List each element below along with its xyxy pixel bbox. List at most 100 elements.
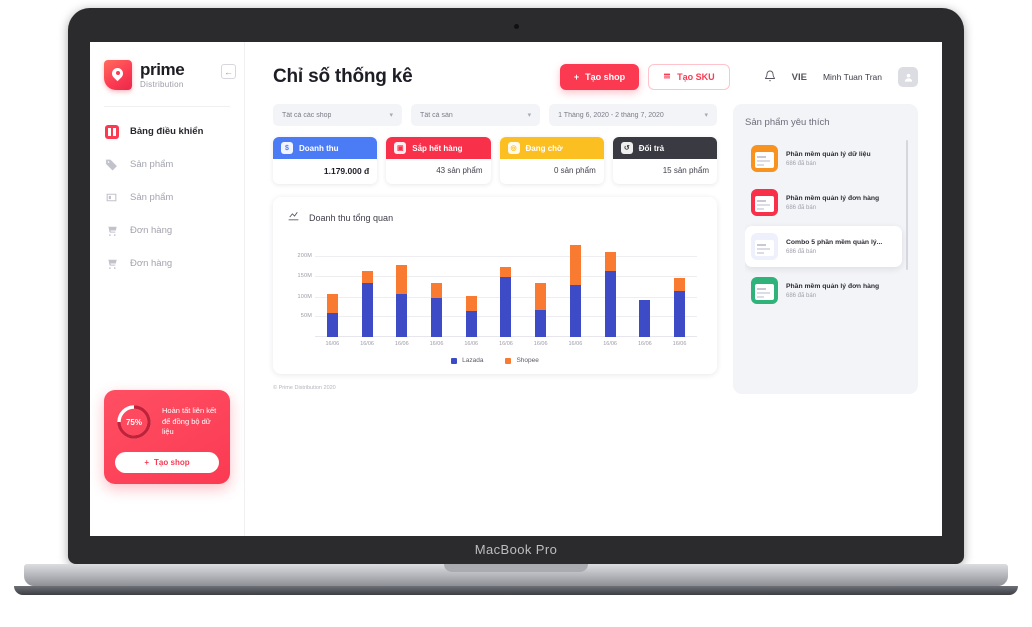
content-left: Tất cả các shop ▾ Tất cả sản ▾ 1 Tháng 6… [273, 104, 717, 536]
chart-bars [315, 243, 697, 337]
create-sku-label: Tạo SKU [677, 72, 715, 82]
dollar-icon: $ [281, 142, 293, 154]
kpi-card-low-stock[interactable]: ▣ Sắp hết hàng 43 sản phẩm [386, 137, 491, 184]
legend-label: Lazada [462, 357, 484, 364]
favorite-product-item[interactable]: Combo 5 phần mềm quản lý... 686 đã bán [745, 226, 902, 267]
bar-segment-shopee [396, 264, 408, 295]
bar-group[interactable] [569, 243, 581, 337]
legend-item-lazada[interactable]: Lazada [451, 357, 483, 364]
product-thumbnail [751, 189, 778, 216]
bar-segment-lazada [500, 276, 512, 337]
bar-group[interactable] [604, 243, 616, 337]
legend-swatch [451, 357, 458, 364]
sidebar-item-products-1[interactable]: Sản phẩm [90, 148, 244, 181]
bell-icon[interactable] [764, 70, 776, 85]
tag-icon [104, 157, 119, 172]
promo-create-shop-button[interactable]: + Tạo shop [115, 452, 219, 473]
kpi-card-returns[interactable]: ↺ Đối trả 15 sản phẩm [612, 137, 717, 184]
product-text: Phần mềm quản lý đơn hàng 686 đã bán [786, 283, 879, 299]
bar-segment-lazada [639, 299, 651, 337]
progress-ring: 75% [115, 403, 153, 441]
bar-segment-shopee [431, 282, 443, 298]
progress-percent: 75% [125, 417, 142, 427]
x-tick-label: 16/06 [429, 341, 444, 347]
kpi-row: $ Doanh thu 1.179.000 đ ▣ Sắp hết hàng 4… [273, 137, 717, 184]
legend-item-shopee[interactable]: Shopee [505, 357, 539, 364]
collapse-left-icon[interactable]: ← [221, 64, 236, 79]
create-shop-label: Tạo shop [585, 72, 626, 82]
scrollbar[interactable] [905, 140, 908, 270]
date-range-filter[interactable]: 1 Tháng 6, 2020 - 2 tháng 7, 2020 ▾ [549, 104, 717, 126]
sidebar: prime Distribution ← Bảng điều khiển Sản… [90, 42, 245, 536]
date-range-value: 1 Tháng 6, 2020 - 2 tháng 7, 2020 [558, 111, 664, 119]
brand[interactable]: prime Distribution ← [90, 60, 244, 90]
bar-group[interactable] [326, 243, 338, 337]
x-axis-labels: 16/06 16/06 16/06 16/06 16/06 16/06 16/06 16/06… [315, 337, 697, 351]
product-thumbnail [751, 277, 778, 304]
brand-subtitle: Distribution [140, 79, 184, 89]
promo-line-1: Hoàn tất liên kết [162, 405, 217, 415]
product-sold-count: 686 đã bán [786, 248, 817, 255]
kpi-card-revenue[interactable]: $ Doanh thu 1.179.000 đ [273, 137, 378, 184]
kpi-value: 15 sản phẩm [662, 166, 709, 175]
footer-copyright: © Prime Distribution 2020 [273, 385, 336, 391]
sidebar-item-products-2[interactable]: Sản phẩm [90, 181, 244, 214]
shop-filter[interactable]: Tất cả các shop ▾ [273, 104, 403, 126]
kpi-header: ↺ Đối trả [612, 137, 717, 159]
create-sku-button[interactable]: Tạo SKU [648, 64, 730, 90]
legend-label: Shopee [516, 357, 539, 364]
promo-text: Hoàn tất liên kết để đồng bộ dữ liệu [162, 406, 219, 439]
bar-segment-shopee [500, 267, 512, 277]
bar-segment-shopee [326, 293, 338, 313]
product-name: Phần mềm quản lý đơn hàng [786, 194, 880, 202]
user-area: VIE Minh Tuan Tran [764, 67, 918, 87]
x-tick-label: 16/06 [325, 341, 340, 347]
bar-group[interactable] [674, 243, 686, 337]
main-area: Chỉ số thống kê + Tạo shop Tạo SKU VIE M… [245, 42, 942, 536]
content: Tất cả các shop ▾ Tất cả sản ▾ 1 Tháng 6… [245, 90, 942, 536]
sidebar-item-dashboard[interactable]: Bảng điều khiển [90, 115, 244, 148]
cart-icon [104, 256, 119, 271]
bar-group[interactable] [431, 243, 443, 337]
prime-logo-icon [104, 60, 132, 90]
bar-group[interactable] [535, 243, 547, 337]
base-notch [444, 564, 588, 572]
sidebar-item-label: Sản phẩm [130, 159, 174, 170]
language-selector[interactable]: VIE [792, 72, 807, 83]
bar-segment-shopee [465, 296, 477, 311]
app-root: prime Distribution ← Bảng điều khiển Sản… [90, 42, 942, 536]
create-shop-button[interactable]: + Tạo shop [559, 64, 640, 90]
promo-line-2: để đồng bộ dữ liệu [162, 416, 211, 437]
bar-group[interactable] [639, 243, 651, 337]
chart-line-icon [287, 209, 300, 227]
favorite-product-item[interactable]: Phần mềm quản lý dữ liệu 686 đã bán [745, 138, 902, 179]
kpi-card-pending[interactable]: ◎ Đang chờ 0 sản phẩm [499, 137, 604, 184]
favorites-title: Sản phẩm yêu thích [745, 117, 830, 128]
chart-legend: Lazada Shopee [287, 357, 703, 364]
bar-group[interactable] [500, 243, 512, 337]
image-icon: ▣ [394, 142, 407, 154]
laptop-base: MacBook Pro [24, 542, 1008, 586]
bar-segment-lazada [326, 312, 338, 337]
favorite-product-item[interactable]: Phần mềm quản lý đơn hàng 686 đã bán [745, 270, 902, 311]
bar-group[interactable] [396, 243, 408, 337]
bar-group[interactable] [361, 243, 373, 337]
bar-segment-lazada [674, 290, 686, 337]
chevron-down-icon: ▾ [527, 112, 532, 119]
x-tick-label: 16/06 [533, 341, 548, 347]
bar-group[interactable] [465, 243, 477, 337]
revenue-chart-card: Doanh thu tổng quan 200M 150M 100M 50M 1… [273, 197, 717, 374]
favorite-product-item[interactable]: Phần mềm quản lý đơn hàng 686 đã bán [745, 182, 902, 223]
user-name: Minh Tuan Tran [822, 72, 882, 82]
product-text: Phần mềm quản lý đơn hàng 686 đã bán [786, 195, 879, 211]
product-filter[interactable]: Tất cả sản ▾ [411, 104, 541, 126]
y-tick: 50M [300, 313, 312, 320]
chart-title: Doanh thu tổng quan [309, 213, 394, 223]
sidebar-item-orders-2[interactable]: Đơn hàng [90, 247, 244, 280]
promo-top: 75% Hoàn tất liên kết để đồng bộ dữ liệu [115, 403, 219, 441]
sidebar-item-orders-1[interactable]: Đơn hàng [90, 214, 244, 247]
favorites-list: Phần mềm quản lý dữ liệu 686 đã bán Phần m… [745, 138, 908, 381]
y-axis: 200M 150M 100M 50M [287, 243, 315, 337]
product-name: Phần mềm quản lý đơn hàng [786, 282, 880, 290]
avatar[interactable] [898, 67, 918, 87]
